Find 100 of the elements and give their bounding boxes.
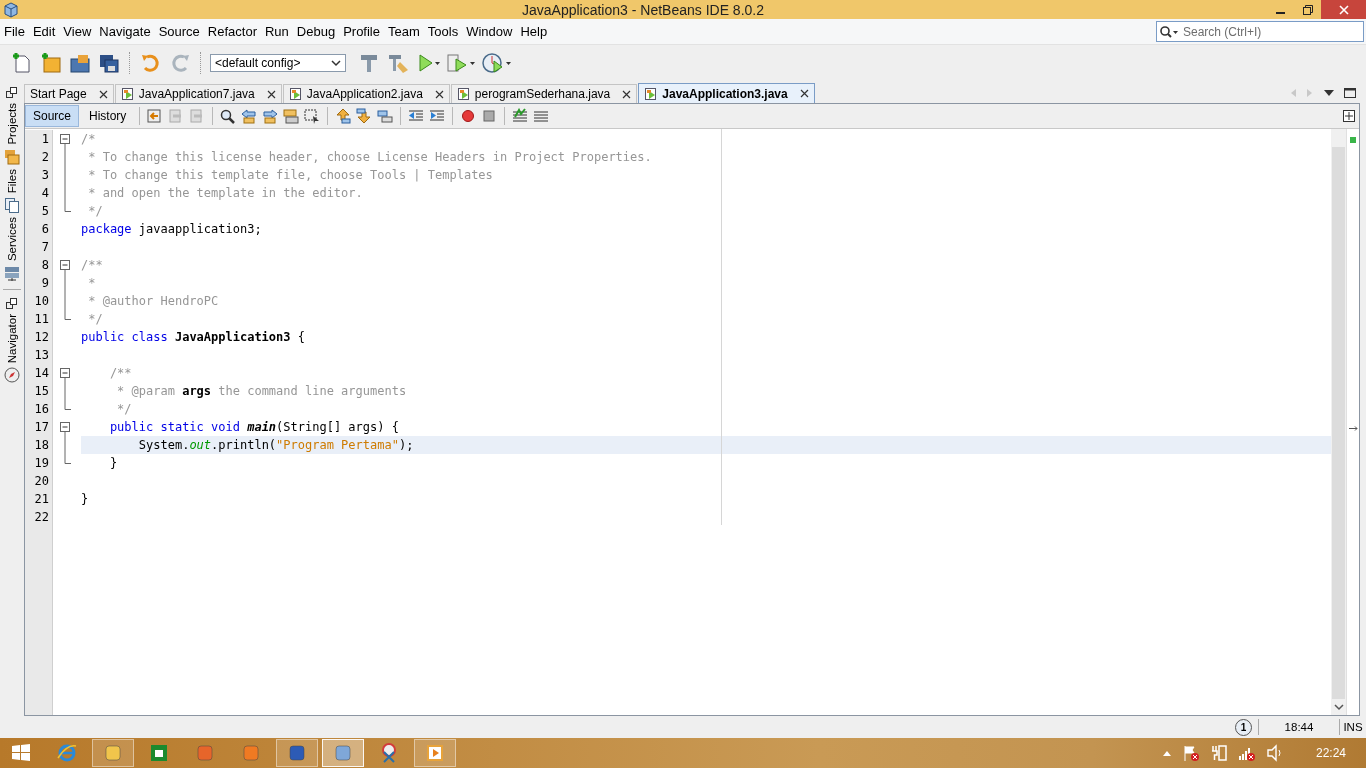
code-line: * and open the template in the editor.: [87, 185, 364, 202]
menu-item[interactable]: File: [0, 24, 29, 39]
show-hidden-icons-icon[interactable]: [1161, 749, 1172, 757]
uncomment-icon[interactable]: [532, 108, 551, 124]
code-line: }: [108, 455, 119, 472]
dropdown-icon[interactable]: [1323, 89, 1335, 97]
editor-tab[interactable]: perogramSederhana.java: [450, 84, 638, 103]
find-previous-icon[interactable]: [240, 108, 259, 124]
debug-run-icon[interactable]: [446, 52, 476, 74]
caret-position-icon: [1349, 426, 1358, 431]
line-number: 19: [25, 454, 53, 472]
windows-logo-icon: [10, 742, 32, 764]
menu-item[interactable]: Profile: [339, 24, 384, 39]
close-icon[interactable]: [622, 89, 632, 99]
menu-item[interactable]: Refactor: [203, 24, 261, 39]
menu-item[interactable]: Debug: [292, 24, 340, 39]
line-number: 16: [25, 400, 53, 418]
store-icon: [148, 742, 170, 764]
compass-icon: [4, 367, 20, 384]
editor-tab[interactable]: Start Page: [24, 84, 114, 103]
java-file-icon: [288, 87, 303, 101]
fold-end-icon: [64, 310, 71, 320]
editor-mode-tab[interactable]: History: [82, 105, 134, 127]
status-ok-mark: [1350, 137, 1356, 143]
line-number: 18: [25, 436, 53, 454]
shift-left-icon[interactable]: [407, 108, 426, 124]
menu-item[interactable]: Tools: [423, 24, 463, 39]
line-number: 7: [25, 238, 53, 256]
editor-tab[interactable]: JavaApplication3.java: [638, 83, 815, 103]
code-line: * To change this template file, choose Tools | Templates: [87, 167, 494, 184]
menu-item[interactable]: Navigate: [95, 24, 155, 39]
menu-item[interactable]: Window: [462, 24, 517, 39]
code-line: */: [87, 203, 104, 220]
side-tab[interactable]: Projects: [6, 103, 18, 145]
find-next-icon[interactable]: [261, 108, 280, 124]
line-number: 5: [25, 202, 53, 220]
menu-item[interactable]: Team: [384, 24, 424, 39]
scrollbar[interactable]: [1331, 129, 1346, 715]
menu-item[interactable]: Source: [154, 24, 204, 39]
new-project-icon[interactable]: [39, 52, 63, 74]
action-center-flag-icon[interactable]: [1181, 744, 1200, 762]
line-number: 22: [25, 508, 53, 526]
line-number: 17: [25, 418, 53, 436]
line-number: 9: [25, 274, 53, 292]
media-player-icon: [424, 742, 446, 764]
taskbar-clock[interactable]: 22:24: [1315, 746, 1346, 760]
shift-up-icon[interactable]: [334, 108, 353, 124]
shift-right-icon[interactable]: [428, 108, 447, 124]
menu-item[interactable]: Help: [516, 24, 552, 39]
close-icon[interactable]: [266, 89, 276, 99]
line-number: 10: [25, 292, 53, 310]
save-all-icon[interactable]: [97, 52, 121, 74]
taskbar-button[interactable]: [92, 739, 134, 767]
taskbar-button[interactable]: [276, 739, 318, 767]
java-file-icon: [644, 86, 659, 101]
code-line: * To change this license header, choose License Headers in Project Properties.: [87, 149, 653, 166]
line-number: 11: [25, 310, 53, 328]
side-tab[interactable]: Services: [6, 216, 18, 261]
editor-tab[interactable]: JavaApplication2.java: [282, 84, 450, 103]
search-field[interactable]: Search (Ctrl+I): [1156, 21, 1364, 42]
profile-gauge-icon[interactable]: [481, 52, 513, 74]
restore-icon: [1302, 4, 1313, 15]
editor-mode-tab[interactable]: Source: [25, 105, 80, 127]
fold-end-icon: [64, 454, 71, 464]
close-icon[interactable]: [434, 89, 444, 99]
taskbar-button[interactable]: [322, 739, 364, 767]
menu-item[interactable]: Run: [260, 24, 293, 39]
window-title: JavaApplication3 - NetBeans IDE 8.0.2: [521, 1, 765, 18]
hammer-broom-icon[interactable]: [386, 52, 410, 74]
menu-item[interactable]: View: [59, 24, 96, 39]
side-tab[interactable]: Navigator: [6, 313, 18, 364]
restore-window-icon[interactable]: [6, 297, 18, 310]
code-line: /*: [81, 131, 97, 148]
code-line: * @author HendroPC: [87, 293, 220, 310]
battery-plug-icon[interactable]: [1209, 744, 1228, 762]
taskbar-button[interactable]: [414, 739, 456, 767]
shift-tag-icon[interactable]: [376, 108, 395, 124]
open-folder-icon[interactable]: [68, 52, 92, 74]
editor-tab[interactable]: JavaApplication7.java: [114, 84, 282, 103]
chevron-down-icon[interactable]: [1333, 703, 1344, 711]
code-line: */: [116, 401, 133, 418]
line-number: 1: [25, 130, 53, 148]
restore-window-icon[interactable]: [6, 87, 18, 99]
line-number: 3: [25, 166, 53, 184]
code-line: public static void main(String[] args) {: [108, 419, 400, 436]
fold-end-icon: [64, 400, 71, 410]
notification-bubble[interactable]: 1: [1235, 718, 1252, 736]
toggle-highlight-icon[interactable]: [282, 108, 301, 124]
maximize-icon[interactable]: [1344, 88, 1356, 98]
close-icon[interactable]: [98, 89, 108, 99]
app-cube-icon: [3, 1, 19, 18]
close-icon[interactable]: [799, 89, 809, 98]
line-number: 12: [25, 328, 53, 346]
menu-item[interactable]: Edit: [28, 24, 60, 39]
line-number: 14: [25, 364, 53, 382]
expand-icon[interactable]: [1343, 110, 1355, 122]
volume-icon[interactable]: [1265, 744, 1284, 762]
side-tab[interactable]: Files: [6, 168, 18, 193]
config-dropdown[interactable]: <default config>: [210, 54, 346, 72]
comment-icon[interactable]: [511, 108, 530, 124]
